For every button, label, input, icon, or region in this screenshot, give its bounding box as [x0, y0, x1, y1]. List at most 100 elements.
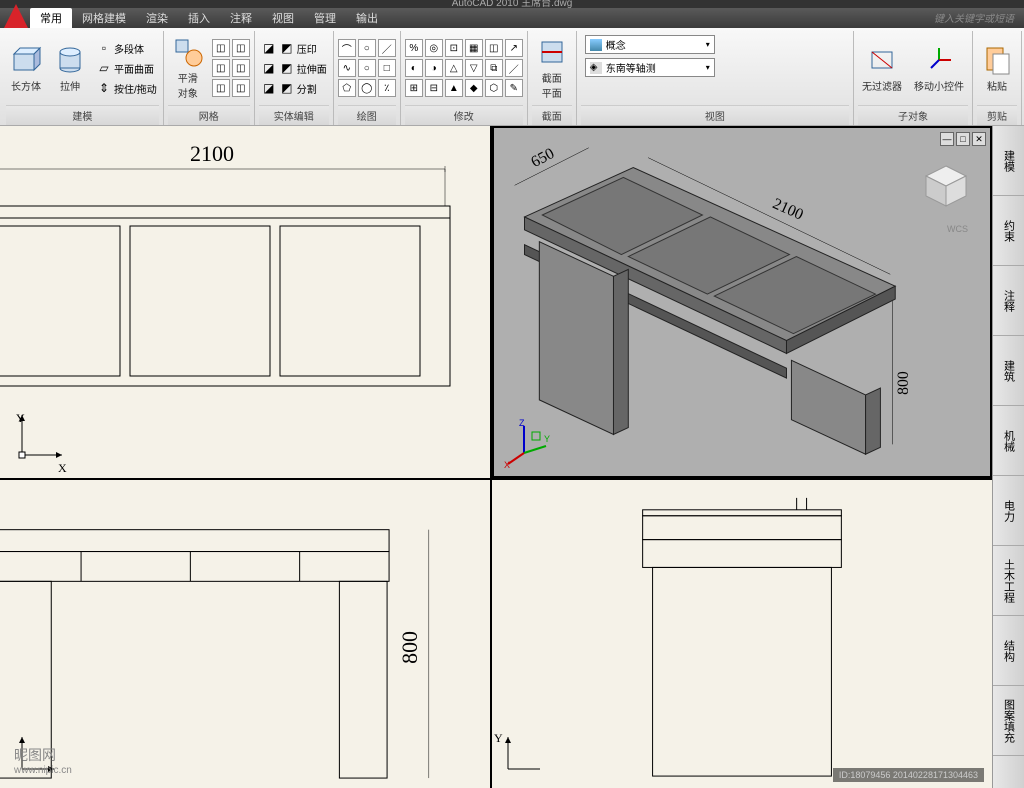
tab-view[interactable]: 视图	[262, 8, 304, 28]
tab-mesh[interactable]: 网格建模	[72, 8, 136, 28]
viewport-side[interactable]: 800	[0, 480, 490, 788]
mesh-tool-icon[interactable]: ◫	[232, 59, 250, 77]
smooth-icon	[172, 36, 204, 68]
tab-insert[interactable]: 插入	[178, 8, 220, 28]
svg-text:Y: Y	[544, 434, 550, 444]
search-hint[interactable]: 键入关键字或短语	[934, 10, 1014, 25]
paste-button[interactable]: 粘贴	[977, 42, 1017, 95]
mesh-tool-icon[interactable]: ◫	[212, 39, 230, 57]
dim-depth: 650	[528, 145, 557, 171]
polysolid-icon: ▫	[96, 40, 112, 56]
draw-tool-icon[interactable]: ／	[378, 39, 396, 57]
modify-tool-icon[interactable]: ⊞	[405, 79, 423, 97]
group-subobj: 无过滤器 移动小控件 子对象	[854, 31, 973, 125]
modify-tool-icon[interactable]: ⬡	[485, 79, 503, 97]
side-tab[interactable]: 机械	[993, 406, 1024, 476]
draw-tool-icon[interactable]: ◯	[358, 79, 376, 97]
side-tab[interactable]: 图案填充	[993, 686, 1024, 756]
box-label: 长方体	[11, 78, 41, 93]
smooth-label: 平滑 对象	[178, 70, 198, 100]
filter-label: 无过滤器	[862, 78, 902, 93]
group-mesh-label: 网格	[168, 105, 250, 125]
gizmo-icon	[923, 44, 955, 76]
mesh-tool-icon[interactable]: ◫	[232, 79, 250, 97]
modify-tool-icon[interactable]: ◑	[425, 59, 443, 77]
box-button[interactable]: 长方体	[6, 42, 46, 95]
side-tab[interactable]: 建模	[993, 126, 1024, 196]
gizmo-button[interactable]: 移动小控件	[910, 42, 968, 95]
viewcube[interactable]	[918, 158, 974, 214]
presspull-button[interactable]: ⇕按住/拖动	[94, 79, 159, 97]
group-draw: ⌒○／ ∿○□ ⬠◯٪ 绘图	[334, 31, 401, 125]
group-modify-label: 修改	[405, 105, 523, 125]
draw-tool-icon[interactable]: ⌒	[338, 39, 356, 57]
draw-tool-icon[interactable]: □	[378, 59, 396, 77]
tab-annotate[interactable]: 注释	[220, 8, 262, 28]
minimize-icon[interactable]: —	[940, 132, 954, 146]
planar-icon: ▱	[96, 60, 112, 76]
group-solidedit-label: 实体编辑	[259, 105, 329, 125]
tab-output[interactable]: 输出	[346, 8, 388, 28]
viewport-top[interactable]: 2100 Y X	[0, 126, 490, 478]
paste-icon	[981, 44, 1013, 76]
svg-text:Z: Z	[519, 418, 525, 428]
modify-tool-icon[interactable]: %	[405, 39, 423, 57]
draw-tool-icon[interactable]: ∿	[338, 59, 356, 77]
modify-tool-icon[interactable]: ↗	[505, 39, 523, 57]
draw-tool-icon[interactable]: ٪	[378, 79, 396, 97]
modify-tool-icon[interactable]: ／	[505, 59, 523, 77]
mesh-tool-icon[interactable]: ◫	[212, 59, 230, 77]
viewport-right[interactable]: Y	[492, 480, 992, 788]
box-icon	[10, 44, 42, 76]
view-direction-dropdown[interactable]: ◈东南等轴测	[585, 58, 715, 77]
smooth-button[interactable]: 平滑 对象	[168, 34, 208, 102]
draw-tool-icon[interactable]: ⬠	[338, 79, 356, 97]
section-button[interactable]: 截面 平面	[532, 34, 572, 102]
side-tab[interactable]: 注释	[993, 266, 1024, 336]
extrude-button[interactable]: 拉伸	[50, 42, 90, 95]
planar-button[interactable]: ▱平面曲面	[94, 59, 159, 77]
side-tab[interactable]: 电力	[993, 476, 1024, 546]
dim-width-iso: 2100	[770, 195, 806, 223]
visual-style-dropdown[interactable]: 概念	[585, 35, 715, 54]
right-sidebar: 建模 约束 注释 建筑 机械 电力 土木工程 结构 图案填充	[992, 126, 1024, 788]
group-view-label: 视图	[581, 105, 849, 125]
modify-tool-icon[interactable]: ▦	[465, 39, 483, 57]
modify-tool-icon[interactable]: ▲	[445, 79, 463, 97]
draw-tool-icon[interactable]: ○	[358, 39, 376, 57]
modify-tool-icon[interactable]: ◎	[425, 39, 443, 57]
modify-tool-icon[interactable]: ▽	[465, 59, 483, 77]
tab-render[interactable]: 渲染	[136, 8, 178, 28]
draw-tool-icon[interactable]: ○	[358, 59, 376, 77]
side-tab[interactable]: 土木工程	[993, 546, 1024, 616]
polysolid-button[interactable]: ▫多段体	[94, 39, 159, 57]
maximize-icon[interactable]: □	[956, 132, 970, 146]
side-tab[interactable]: 结构	[993, 616, 1024, 686]
tab-manage[interactable]: 管理	[304, 8, 346, 28]
gizmo-label: 移动小控件	[914, 78, 964, 93]
filter-button[interactable]: 无过滤器	[858, 42, 906, 95]
side-tab[interactable]: 建筑	[993, 336, 1024, 406]
tab-home[interactable]: 常用	[30, 8, 72, 28]
axis-x-label: X	[58, 461, 67, 476]
viewport-iso[interactable]: — □ ✕ WCS 650 2100 800	[492, 126, 992, 478]
mesh-tool-icon[interactable]: ◫	[212, 79, 230, 97]
close-icon[interactable]: ✕	[972, 132, 986, 146]
modify-tool-icon[interactable]: △	[445, 59, 463, 77]
modify-tool-icon[interactable]: ◆	[465, 79, 483, 97]
ucs-icon	[498, 729, 548, 784]
extrudeface-button[interactable]: ◪◩拉伸面	[259, 59, 329, 77]
axis-y-label: Y	[494, 731, 503, 746]
imprint-button[interactable]: ◪◩压印	[259, 39, 329, 57]
modify-tool-icon[interactable]: ⊟	[425, 79, 443, 97]
mesh-tool-icon[interactable]: ◫	[232, 39, 250, 57]
modify-tool-icon[interactable]: ⧉	[485, 59, 503, 77]
modify-tool-icon[interactable]: ✎	[505, 79, 523, 97]
app-icon[interactable]	[4, 4, 28, 28]
split-button[interactable]: ◪◩分割	[259, 79, 329, 97]
modify-tool-icon[interactable]: ◫	[485, 39, 503, 57]
side-tab[interactable]: 约束	[993, 196, 1024, 266]
modify-tool-icon[interactable]: ◐	[405, 59, 423, 77]
modify-tool-icon[interactable]: ⊡	[445, 39, 463, 57]
group-modeling-label: 建模	[6, 105, 159, 125]
